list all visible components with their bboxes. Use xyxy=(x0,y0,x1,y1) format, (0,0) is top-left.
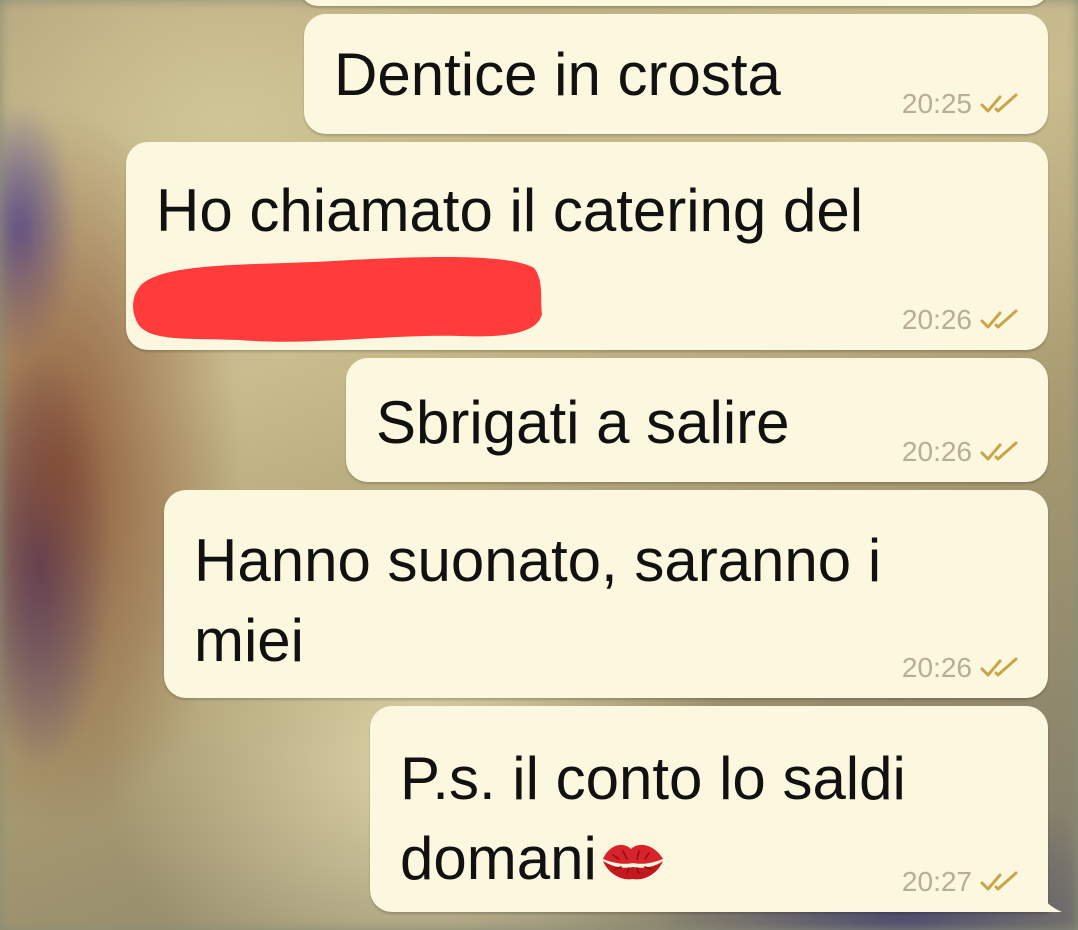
message-time: 20:26 xyxy=(901,652,972,683)
message-bubble[interactable]: P.s. il conto lo saldi domani 20:27 xyxy=(370,706,1062,912)
message-bubble[interactable]: Dentice in crosta 20:25 xyxy=(304,14,1048,134)
redaction-scribble xyxy=(133,257,542,342)
message-text-line-1: Hanno suonato, saranno i xyxy=(194,527,882,594)
message-text: Dentice in crosta xyxy=(334,41,781,108)
read-ticks-icon xyxy=(980,441,1018,461)
message-meta: 20:27 xyxy=(902,866,1020,898)
message-bubble[interactable]: Ho chiamato il catering del 20:26 xyxy=(126,142,1048,350)
message-time: 20:26 xyxy=(901,304,972,335)
message-text-line-2: miei xyxy=(194,607,305,674)
read-ticks-icon xyxy=(980,309,1018,329)
message-time: 20:27 xyxy=(901,866,972,897)
message-text-line-2: domani xyxy=(400,822,667,896)
message-meta: 20:26 xyxy=(902,436,1020,468)
read-ticks-icon xyxy=(980,871,1018,891)
message-text: Ho chiamato il catering del xyxy=(156,177,864,244)
read-ticks-icon xyxy=(980,657,1018,677)
message-meta: 20:25 xyxy=(902,88,1020,120)
message-text-word: domani xyxy=(400,825,597,892)
message-text-line-1: P.s. il conto lo saldi xyxy=(400,745,906,812)
message-text: Sbrigati a salire xyxy=(376,389,790,456)
kiss-mark-icon xyxy=(602,844,663,880)
previous-message-bubble[interactable] xyxy=(300,0,1048,6)
message-bubble[interactable]: Sbrigati a salire 20:26 xyxy=(346,358,1048,482)
read-ticks-icon xyxy=(980,93,1018,113)
bubble-tail xyxy=(1038,888,1062,912)
message-time: 20:25 xyxy=(901,88,972,119)
chat-messages-area[interactable]: Dentice in crosta 20:25 Ho chiamato il c… xyxy=(0,0,1078,930)
message-bubble[interactable]: Hanno suonato, saranno i miei 20:26 xyxy=(164,490,1048,698)
message-time: 20:26 xyxy=(901,436,972,467)
message-meta: 20:26 xyxy=(902,652,1020,684)
message-meta: 20:26 xyxy=(902,304,1020,336)
